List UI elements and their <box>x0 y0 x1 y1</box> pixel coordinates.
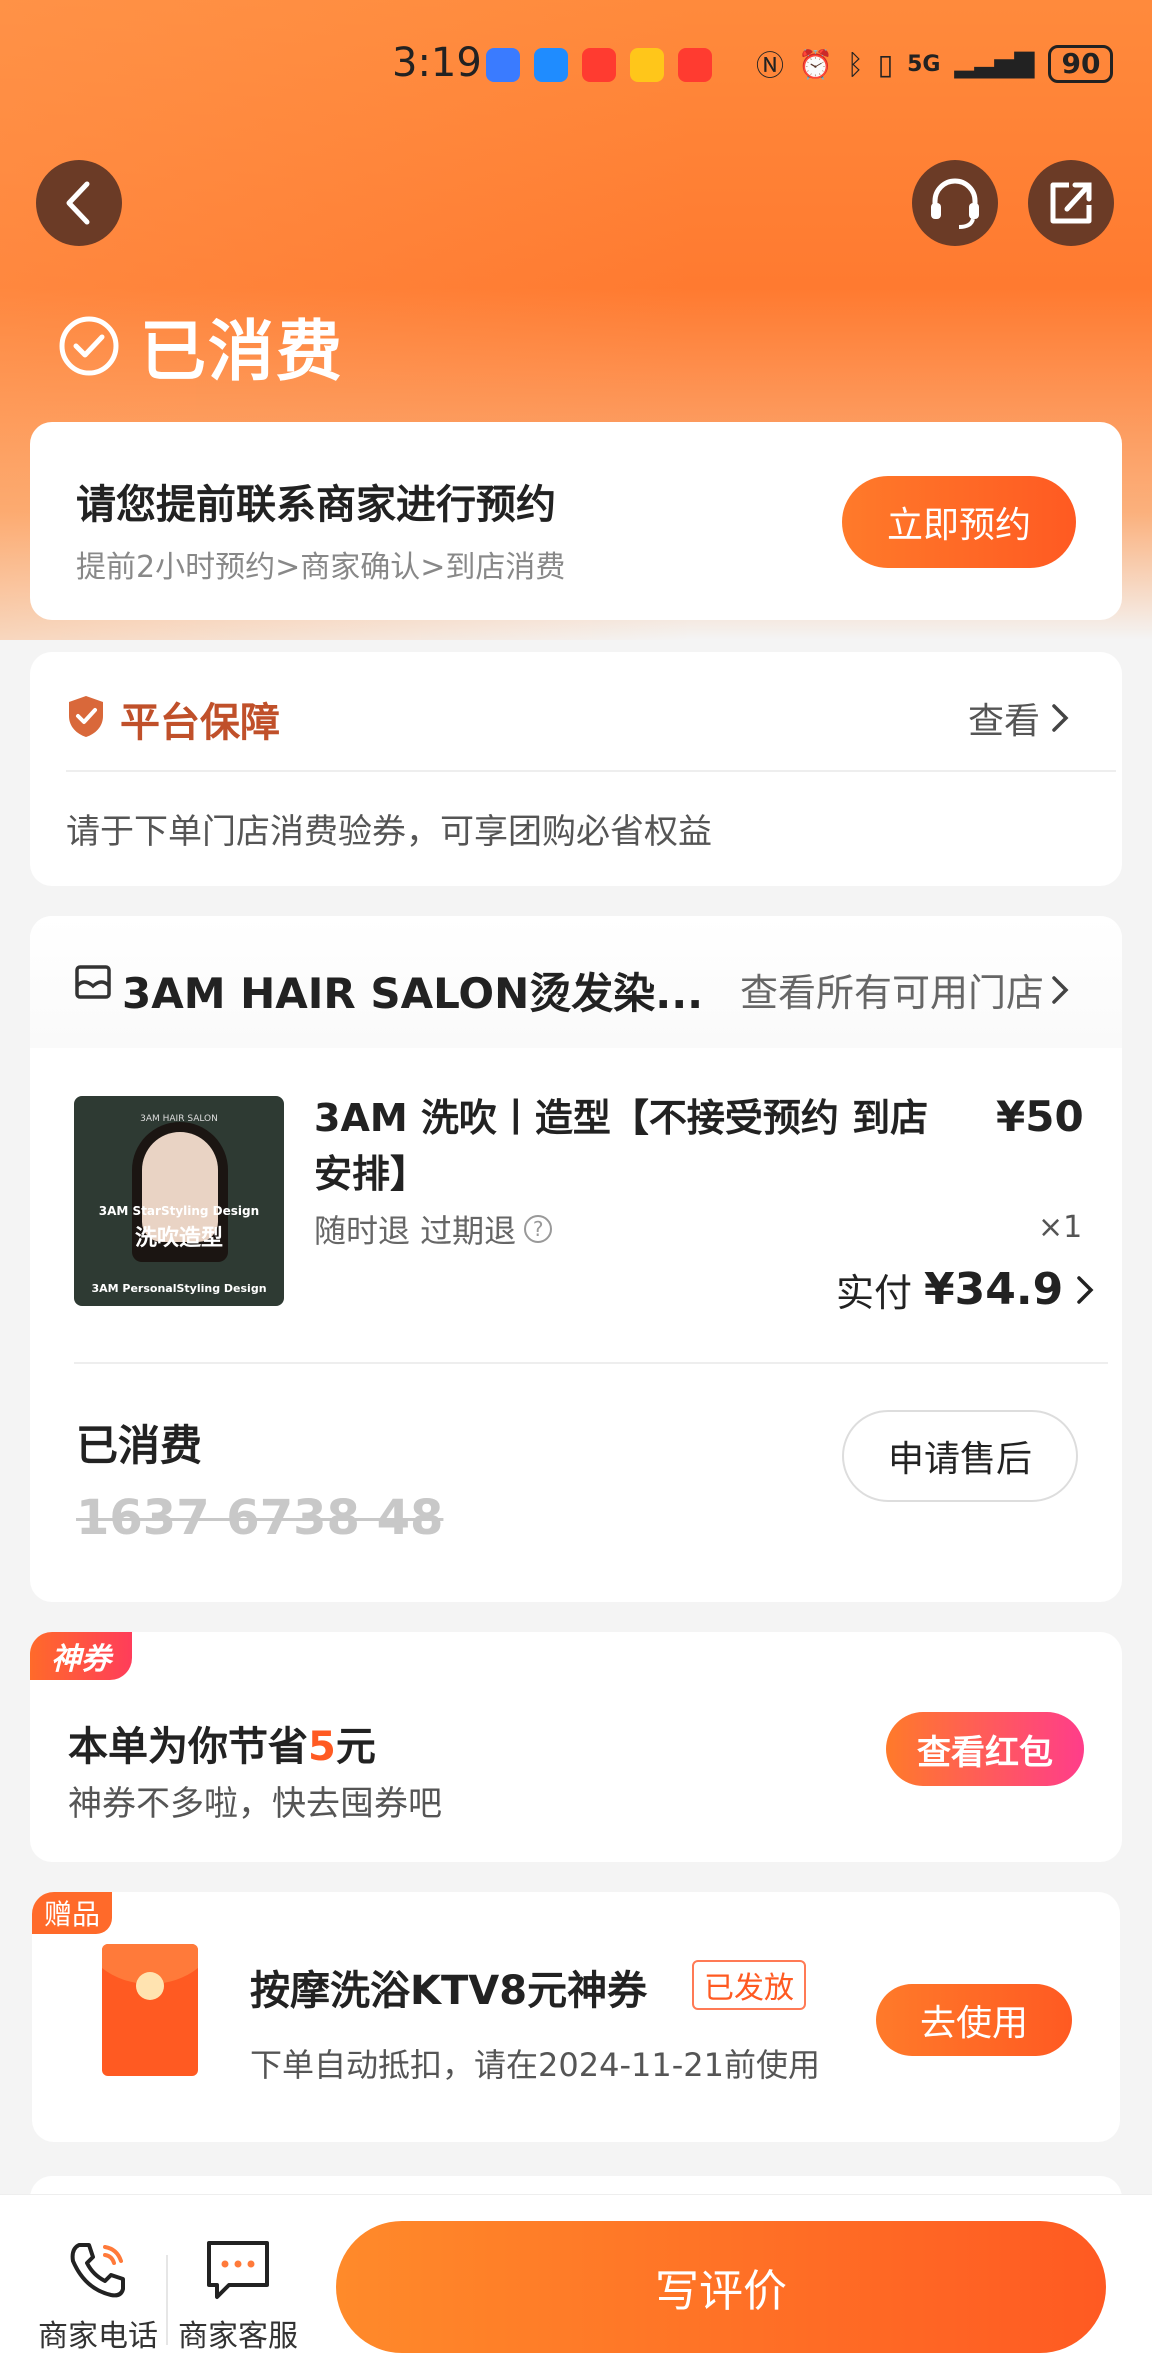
share-icon <box>1050 182 1092 224</box>
phone-icon <box>70 2243 125 2298</box>
all-stores-label: 查看所有可用门店 <box>740 971 1045 1015</box>
battery-icon: 90 <box>1048 45 1114 83</box>
divider <box>74 1362 1108 1364</box>
chevron-right-icon <box>1052 704 1069 732</box>
appointment-steps: 提前2小时预约>商家确认>到店消费 <box>76 550 566 585</box>
view-red-packet-button[interactable]: 查看红包 <box>886 1712 1084 1786</box>
app-icon <box>534 48 568 82</box>
thumb-text: 洗吹造型 <box>134 1226 223 1251</box>
chevron-right-icon <box>1077 1275 1094 1304</box>
status-time: 3:19 <box>392 40 482 86</box>
help-icon[interactable]: ? <box>524 1215 553 1243</box>
after-sale-button[interactable]: 申请售后 <box>842 1410 1078 1502</box>
store-header[interactable]: 3AM HAIR SALON烫发染... 查看所有可用门店 <box>30 916 1122 1048</box>
nfc-icon: Ⓝ <box>756 49 785 82</box>
app-icon <box>486 48 520 82</box>
headset-icon <box>931 178 979 229</box>
app-icon <box>582 48 616 82</box>
guarantee-description: 请于下单门店消费验券，可享团购必省权益 <box>66 812 712 852</box>
voucher-status: 已消费 <box>76 1421 203 1470</box>
product-price: ¥50 <box>996 1092 1084 1141</box>
issued-badge: 已发放 <box>692 1960 806 2010</box>
savings-amount: 5 <box>308 1724 336 1770</box>
write-review-button[interactable]: 写评价 <box>336 2221 1106 2353</box>
use-coupon-button[interactable]: 去使用 <box>876 1984 1072 2056</box>
view-label: 查看 <box>968 701 1041 742</box>
product-image[interactable]: 3AM HAIR SALON 3AM StarStyling Design 洗吹… <box>74 1096 284 1306</box>
paid-amount: ¥34.9 <box>924 1264 1064 1315</box>
appointment-title: 请您提前联系商家进行预约 <box>76 482 556 528</box>
voucher-code: 1637 6738 48 <box>76 1490 444 1546</box>
alarm-icon: ⏰ <box>798 47 833 81</box>
product-name[interactable]: 3AM 洗吹丨造型【不接受预约 到店安排】 <box>314 1090 954 1202</box>
phone-label: 商家电话 <box>38 2319 158 2354</box>
red-envelope-icon <box>102 1944 198 2076</box>
thumb-text: 3AM StarStyling Design <box>98 1204 260 1218</box>
chat-label: 商家客服 <box>178 2319 298 2354</box>
signal-label: 5G <box>907 51 941 77</box>
shield-icon <box>69 696 103 737</box>
savings-prefix: 本单为你节省 <box>68 1724 308 1770</box>
envelope-seal <box>136 1972 164 2000</box>
thumb-text: 3AM PersonalStyling Design <box>91 1282 267 1295</box>
savings-unit: 元 <box>335 1724 376 1770</box>
platform-guarantee-card[interactable]: 平台保障 查看 请于下单门店消费验券，可享团购必省权益 <box>30 652 1122 886</box>
gift-card: 赠品 按摩洗浴KTV8元神券 已发放 下单自动抵扣，请在2024-11-21前使… <box>32 1892 1120 2142</box>
merchant-phone-button[interactable]: 商家电话 <box>28 2237 168 2355</box>
book-now-button[interactable]: 立即预约 <box>842 476 1076 568</box>
coupon-tag: 神券 <box>30 1632 132 1680</box>
chat-icon <box>207 2241 269 2299</box>
merchant-chat-button[interactable]: 商家客服 <box>168 2237 308 2355</box>
system-status: Ⓝ ⏰ ᛒ ▯ 5G ▂▃▅▇ 90 <box>756 44 1114 84</box>
bottom-action-bar: 商家电话 商家客服 写评价 <box>0 2194 1152 2376</box>
vibrate-icon: ▯ <box>877 47 894 81</box>
guarantee-view-link[interactable]: 查看 <box>968 692 1070 744</box>
customer-service-button[interactable] <box>912 160 998 246</box>
paid-label: 实付 <box>836 1271 913 1315</box>
coupon-savings-card: 神券 本单为你节省5元 神券不多啦，快去囤券吧 查看红包 <box>30 1632 1122 1862</box>
app-icon <box>678 48 712 82</box>
order-card: 3AM HAIR SALON烫发染... 查看所有可用门店 3AM HAIR S… <box>30 916 1122 1602</box>
back-button[interactable] <box>36 160 122 246</box>
refund-policy: 随时退 过期退 ? <box>314 1206 553 1252</box>
store-icon <box>75 965 111 999</box>
gift-subtitle: 下单自动抵扣，请在2024-11-21前使用 <box>250 2046 820 2084</box>
product-quantity: ×1 <box>1038 1210 1083 1245</box>
savings-text: 本单为你节省5元 <box>68 1714 376 1772</box>
chevron-right-icon <box>1052 975 1069 1004</box>
notification-icons <box>486 48 712 82</box>
refund-policy-text: 随时退 过期退 <box>314 1212 517 1250</box>
appointment-card: 请您提前联系商家进行预约 提前2小时预约>商家确认>到店消费 立即预约 <box>30 422 1122 620</box>
all-stores-link[interactable]: 查看所有可用门店 <box>740 962 1070 1017</box>
signal-icon: ▂▃▅▇ <box>954 49 1035 79</box>
page-title: 已消费 <box>140 313 344 390</box>
divider <box>66 770 1116 772</box>
guarantee-title: 平台保障 <box>120 700 280 746</box>
app-icon <box>630 48 664 82</box>
back-arrow-icon <box>66 181 90 225</box>
gift-title: 按摩洗浴KTV8元神券 <box>250 1968 648 2014</box>
bluetooth-icon: ᛒ <box>846 47 864 81</box>
share-button[interactable] <box>1028 160 1114 246</box>
store-name[interactable]: 3AM HAIR SALON烫发染... <box>122 960 722 1021</box>
savings-subtitle: 神券不多啦，快去囤券吧 <box>68 1784 442 1824</box>
order-status-title: 已消费 <box>58 298 344 394</box>
paid-amount-row[interactable]: 实付 ¥34.9 <box>836 1262 1095 1317</box>
check-circle-icon <box>59 316 119 376</box>
gift-tag: 赠品 <box>32 1892 112 1934</box>
